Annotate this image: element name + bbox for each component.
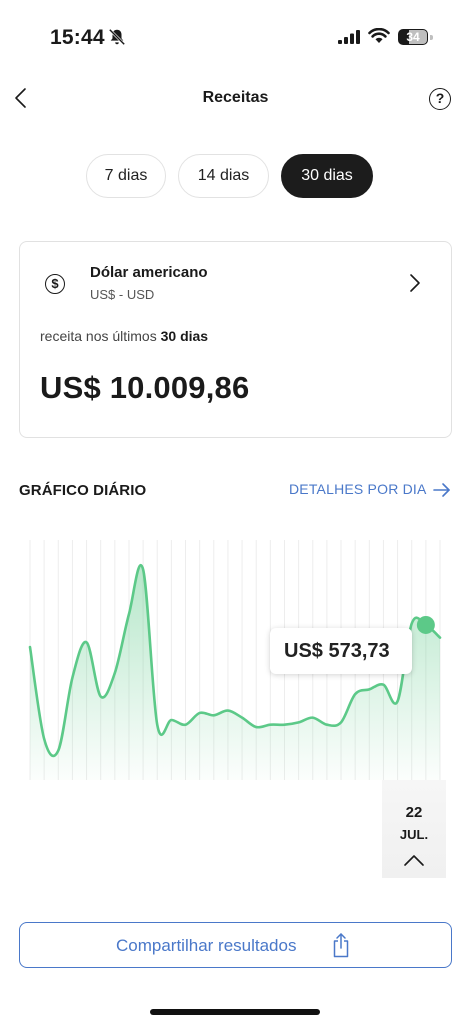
chart-point[interactable] — [281, 722, 287, 728]
chart-point[interactable] — [366, 686, 372, 692]
battery-icon: 34 — [398, 29, 428, 45]
chart-point[interactable] — [225, 708, 231, 714]
status-time: 15:44 — [50, 26, 105, 49]
chart-point[interactable] — [239, 715, 245, 721]
chart-point[interactable] — [267, 722, 273, 728]
revenue-label: receita nos últimos 30 dias — [40, 328, 209, 344]
daily-chart-title: GRÁFICO DIÁRIO — [19, 482, 147, 499]
share-results-label: Compartilhar resultados — [116, 936, 297, 955]
chart-point[interactable] — [84, 639, 90, 645]
chart-point[interactable] — [27, 644, 33, 650]
currency-code: US$ - USD — [90, 287, 155, 302]
period-14-days-button[interactable]: 14 dias — [178, 154, 269, 198]
chart-point[interactable] — [437, 635, 443, 641]
period-7-days-button[interactable]: 7 dias — [86, 154, 166, 198]
chart-point[interactable] — [197, 710, 203, 716]
bell-muted-icon — [108, 28, 126, 46]
revenue-total: US$ 10.009,86 — [40, 370, 250, 405]
arrow-right-icon[interactable] — [433, 481, 451, 499]
chart-point[interactable] — [409, 621, 415, 627]
chart-point[interactable] — [112, 670, 118, 676]
chart-tooltip: US$ 573,73 — [270, 628, 412, 674]
details-per-day-link[interactable]: DETALHES POR DIA — [289, 481, 427, 497]
chart-selected-point[interactable] — [416, 615, 435, 634]
chart-point[interactable] — [380, 682, 386, 688]
chart-point[interactable] — [310, 715, 316, 721]
selected-day-month: JUL. — [399, 827, 429, 842]
selected-day-marker[interactable]: 22 JUL. — [382, 780, 446, 878]
chart-point[interactable] — [41, 736, 47, 742]
chart-point[interactable] — [55, 748, 61, 754]
chart-point[interactable] — [183, 722, 189, 728]
share-icon — [333, 933, 349, 958]
selected-day-number: 22 — [405, 804, 423, 821]
period-30-days-button[interactable]: 30 dias — [281, 154, 373, 198]
chart-point[interactable] — [154, 722, 160, 728]
home-indicator — [150, 1009, 320, 1015]
battery-level: 34 — [406, 30, 420, 44]
chevron-right-icon[interactable] — [408, 272, 422, 294]
chart-point[interactable] — [395, 698, 401, 704]
chart-point[interactable] — [296, 719, 302, 725]
chart-point[interactable] — [324, 722, 330, 728]
chart-point[interactable] — [338, 719, 344, 725]
wifi-icon — [368, 28, 390, 43]
chart-point[interactable] — [69, 675, 75, 681]
share-results-button[interactable]: Compartilhar resultados — [19, 922, 452, 968]
chart-point[interactable] — [140, 566, 146, 572]
chevron-up-icon[interactable] — [403, 853, 425, 867]
revenue-period: 30 dias — [160, 328, 209, 344]
signal-icon — [338, 30, 360, 44]
period-selector: 7 dias 14 dias 30 dias — [0, 154, 471, 198]
chart-point[interactable] — [168, 717, 174, 723]
chart-point[interactable] — [352, 691, 358, 697]
dollar-icon: $ — [45, 274, 65, 294]
chart-point[interactable] — [211, 712, 217, 718]
chart-point[interactable] — [253, 724, 259, 730]
page-title: Receitas — [202, 89, 269, 106]
status-bar: 15:44 34 — [0, 0, 471, 76]
currency-card[interactable]: $ Dólar americano US$ - USD receita nos … — [19, 241, 452, 438]
chart-point[interactable] — [126, 611, 132, 617]
currency-name: Dólar americano — [90, 264, 208, 281]
help-icon[interactable]: ? — [429, 88, 451, 110]
chart-point[interactable] — [98, 693, 104, 699]
